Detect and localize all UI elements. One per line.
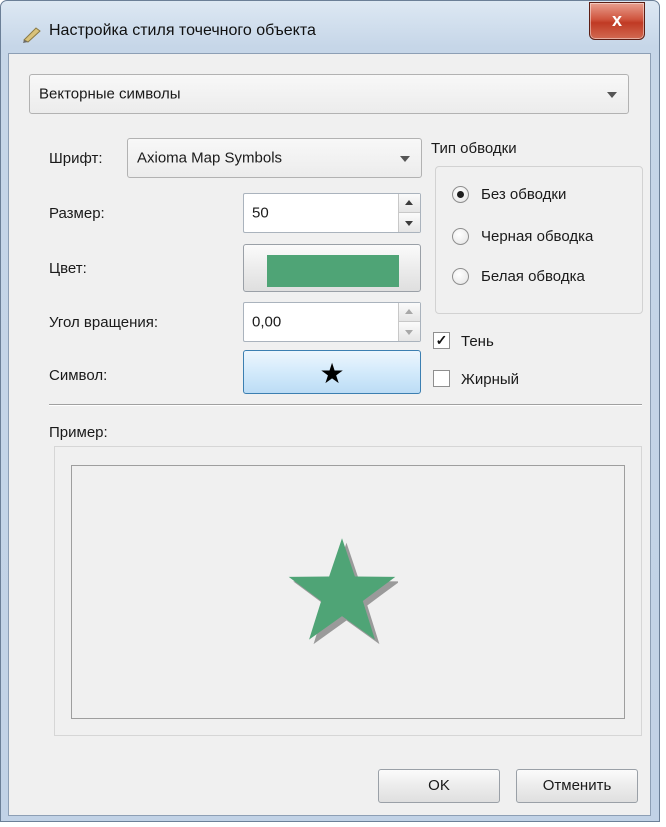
radio-selected-dot	[457, 191, 464, 198]
checkbox[interactable]	[433, 370, 450, 387]
bold-label: Жирный	[461, 371, 520, 388]
chevron-down-icon	[400, 156, 410, 162]
symbol-label: Символ:	[49, 367, 108, 384]
separator	[49, 404, 642, 406]
rotation-label: Угол вращения:	[49, 314, 159, 331]
star-icon: ★	[319, 358, 345, 389]
checkbox[interactable]: ✓	[433, 332, 450, 349]
outline-option-none[interactable]: Без обводки	[452, 183, 638, 209]
preview-label: Пример:	[49, 424, 108, 441]
rotation-value: 0,00	[252, 313, 282, 331]
outline-option-label: Белая обводка	[481, 268, 585, 285]
outline-group: Без обводки Черная обводка Белая обводка	[435, 166, 643, 314]
window-title: Настройка стиля точечного объекта	[49, 22, 316, 39]
ok-button[interactable]: OK	[378, 769, 500, 803]
close-icon: x	[611, 10, 622, 30]
color-picker-button[interactable]	[243, 244, 421, 292]
preview-star-icon	[288, 538, 398, 645]
close-button[interactable]: x	[589, 2, 645, 40]
size-increment-button[interactable]	[399, 194, 420, 213]
radio-button[interactable]	[452, 268, 469, 285]
preview-frame	[54, 446, 642, 736]
outline-group-title: Тип обводки	[431, 140, 517, 157]
font-value: Axioma Map Symbols	[137, 149, 283, 167]
color-swatch	[267, 255, 399, 287]
symbol-picker-button[interactable]: ★	[243, 350, 421, 394]
size-value: 50	[252, 204, 269, 222]
rotation-increment-button[interactable]	[399, 303, 420, 322]
rotation-decrement-button[interactable]	[399, 322, 420, 341]
font-dropdown[interactable]: Axioma Map Symbols	[127, 138, 422, 178]
bold-checkbox[interactable]: Жирный	[433, 368, 553, 392]
cancel-button[interactable]: Отменить	[516, 769, 638, 803]
chevron-down-icon	[607, 92, 617, 98]
rotation-spinbox[interactable]: 0,00	[243, 302, 421, 342]
size-spinbox[interactable]: 50	[243, 193, 421, 233]
dialog-content: Векторные символы Шрифт: Axioma Map Symb…	[8, 53, 651, 816]
dialog-window: Настройка стиля точечного объекта x Вект…	[0, 0, 660, 822]
symbol-type-value: Векторные символы	[39, 85, 181, 103]
size-decrement-button[interactable]	[399, 213, 420, 232]
radio-button[interactable]	[452, 228, 469, 245]
radio-button[interactable]	[452, 186, 469, 203]
outline-option-black[interactable]: Черная обводка	[452, 225, 638, 251]
shadow-label: Тень	[461, 333, 494, 350]
shadow-checkbox[interactable]: ✓ Тень	[433, 330, 553, 354]
size-label: Размер:	[49, 205, 105, 222]
outline-option-white[interactable]: Белая обводка	[452, 265, 638, 291]
color-label: Цвет:	[49, 260, 87, 277]
outline-option-label: Черная обводка	[481, 228, 594, 245]
pencil-icon	[23, 27, 41, 43]
preview-canvas	[71, 465, 625, 719]
symbol-type-dropdown[interactable]: Векторные символы	[29, 74, 629, 114]
font-label: Шрифт:	[49, 150, 103, 167]
title-bar[interactable]: Настройка стиля точечного объекта x	[1, 1, 659, 53]
outline-option-label: Без обводки	[481, 186, 567, 203]
